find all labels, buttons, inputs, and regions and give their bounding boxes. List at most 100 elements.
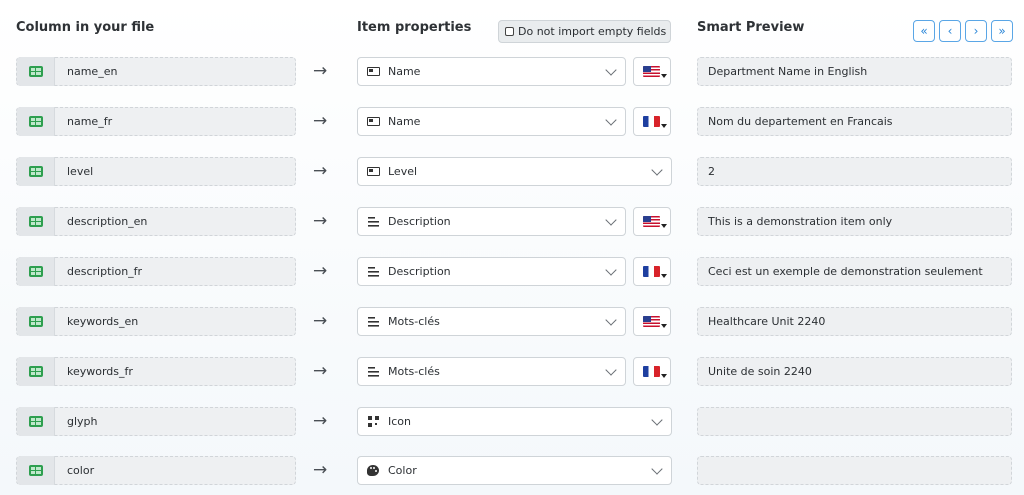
source-column-name: name_en bbox=[67, 65, 118, 78]
property-select[interactable]: Level bbox=[357, 157, 672, 186]
double-chevron-left-icon: « bbox=[920, 24, 928, 38]
property-select-value: Color bbox=[388, 464, 417, 477]
chevron-down-icon bbox=[605, 214, 617, 226]
chevron-down-icon bbox=[605, 64, 617, 76]
chevron-left-icon: ‹ bbox=[947, 24, 953, 38]
source-column-cell[interactable]: description_en bbox=[16, 207, 296, 236]
spreadsheet-chip bbox=[17, 307, 55, 336]
spreadsheet-chip bbox=[17, 157, 55, 186]
last-page-button[interactable]: » bbox=[991, 20, 1013, 42]
property-select-value: Mots-clés bbox=[388, 315, 440, 328]
mapping-row: keywords_fr → Mots-clés Unite de soin 22… bbox=[0, 357, 1024, 387]
language-select[interactable] bbox=[633, 307, 671, 336]
source-column-name: name_fr bbox=[67, 115, 113, 128]
arrow-right-icon: → bbox=[313, 361, 328, 381]
property-select-value: Description bbox=[388, 215, 451, 228]
source-column-name: keywords_fr bbox=[67, 365, 133, 378]
source-column-cell[interactable]: keywords_fr bbox=[16, 357, 296, 386]
property-select-value: Name bbox=[388, 115, 421, 128]
source-column-name: description_en bbox=[67, 215, 148, 228]
source-column-cell[interactable]: keywords_en bbox=[16, 307, 296, 336]
spreadsheet-chip bbox=[17, 257, 55, 286]
us-flag-icon bbox=[643, 316, 660, 327]
id-card-icon bbox=[366, 115, 380, 129]
fr-flag-icon bbox=[643, 366, 660, 377]
property-select-value: Name bbox=[388, 65, 421, 78]
spreadsheet-icon bbox=[28, 266, 43, 277]
spreadsheet-chip bbox=[17, 57, 55, 86]
preview-cell: Healthcare Unit 2240 bbox=[697, 307, 1012, 336]
chevron-down-icon bbox=[651, 164, 663, 176]
source-column-name: color bbox=[67, 464, 95, 477]
preview-header: Smart Preview bbox=[697, 20, 805, 35]
chevron-down-icon bbox=[605, 364, 617, 376]
caret-down-icon bbox=[661, 324, 667, 328]
previous-page-button[interactable]: ‹ bbox=[939, 20, 961, 42]
arrow-right-icon: → bbox=[313, 161, 328, 181]
arrow-right-icon: → bbox=[313, 261, 328, 281]
mapping-row: color → Color bbox=[0, 456, 1024, 486]
spreadsheet-icon bbox=[28, 316, 43, 327]
language-select[interactable] bbox=[633, 207, 671, 236]
property-select[interactable]: Icon bbox=[357, 407, 672, 436]
source-column-name: keywords_en bbox=[67, 315, 139, 328]
source-column-name: description_fr bbox=[67, 265, 143, 278]
preview-cell: Ceci est un exemple de demonstration seu… bbox=[697, 257, 1012, 286]
chevron-down-icon bbox=[605, 314, 617, 326]
property-select[interactable]: Description bbox=[357, 207, 626, 236]
chevron-down-icon bbox=[605, 114, 617, 126]
language-select[interactable] bbox=[633, 107, 671, 136]
text-lines-icon bbox=[366, 265, 380, 279]
arrow-right-icon: → bbox=[313, 211, 328, 231]
preview-cell: Department Name in English bbox=[697, 57, 1012, 86]
first-page-button[interactable]: « bbox=[913, 20, 935, 42]
property-select[interactable]: Name bbox=[357, 107, 626, 136]
skip-empty-fields-label: Do not import empty fields bbox=[518, 25, 667, 38]
spreadsheet-icon bbox=[28, 366, 43, 377]
preview-pager: « ‹ › » bbox=[913, 20, 1013, 42]
skip-empty-fields-checkbox[interactable]: Do not import empty fields bbox=[498, 20, 671, 43]
chevron-down-icon bbox=[605, 264, 617, 276]
property-select-value: Icon bbox=[388, 415, 411, 428]
properties-header: Item properties bbox=[357, 20, 472, 35]
property-select[interactable]: Color bbox=[357, 456, 672, 485]
spreadsheet-icon bbox=[28, 465, 43, 476]
source-column-cell[interactable]: description_fr bbox=[16, 257, 296, 286]
property-select[interactable]: Mots-clés bbox=[357, 307, 626, 336]
arrow-right-icon: → bbox=[313, 311, 328, 331]
source-column-cell[interactable]: glyph bbox=[16, 407, 296, 436]
id-card-icon bbox=[366, 65, 380, 79]
palette-icon bbox=[366, 464, 380, 478]
preview-cell: 2 bbox=[697, 157, 1012, 186]
glyph-icon bbox=[366, 415, 380, 429]
text-lines-icon bbox=[366, 365, 380, 379]
language-select[interactable] bbox=[633, 357, 671, 386]
source-column-name: glyph bbox=[67, 415, 98, 428]
arrow-right-icon: → bbox=[313, 61, 328, 81]
source-column-cell[interactable]: level bbox=[16, 157, 296, 186]
language-select[interactable] bbox=[633, 57, 671, 86]
spreadsheet-chip bbox=[17, 207, 55, 236]
source-column-cell[interactable]: name_fr bbox=[16, 107, 296, 136]
mapping-row: description_fr → Description Ceci est un… bbox=[0, 257, 1024, 287]
source-column-cell[interactable]: color bbox=[16, 456, 296, 485]
property-select[interactable]: Name bbox=[357, 57, 626, 86]
fr-flag-icon bbox=[643, 266, 660, 277]
caret-down-icon bbox=[661, 124, 667, 128]
property-select[interactable]: Mots-clés bbox=[357, 357, 626, 386]
caret-down-icon bbox=[661, 74, 667, 78]
mapping-row: level → Level 2 bbox=[0, 157, 1024, 187]
preview-cell bbox=[697, 407, 1012, 436]
checkbox-icon[interactable] bbox=[505, 27, 514, 36]
fr-flag-icon bbox=[643, 116, 660, 127]
spreadsheet-icon bbox=[28, 116, 43, 127]
source-column-cell[interactable]: name_en bbox=[16, 57, 296, 86]
us-flag-icon bbox=[643, 216, 660, 227]
arrow-right-icon: → bbox=[313, 460, 328, 480]
mapping-row: keywords_en → Mots-clés Healthcare Unit … bbox=[0, 307, 1024, 337]
spreadsheet-icon bbox=[28, 166, 43, 177]
language-select[interactable] bbox=[633, 257, 671, 286]
id-card-icon bbox=[366, 165, 380, 179]
next-page-button[interactable]: › bbox=[965, 20, 987, 42]
property-select[interactable]: Description bbox=[357, 257, 626, 286]
